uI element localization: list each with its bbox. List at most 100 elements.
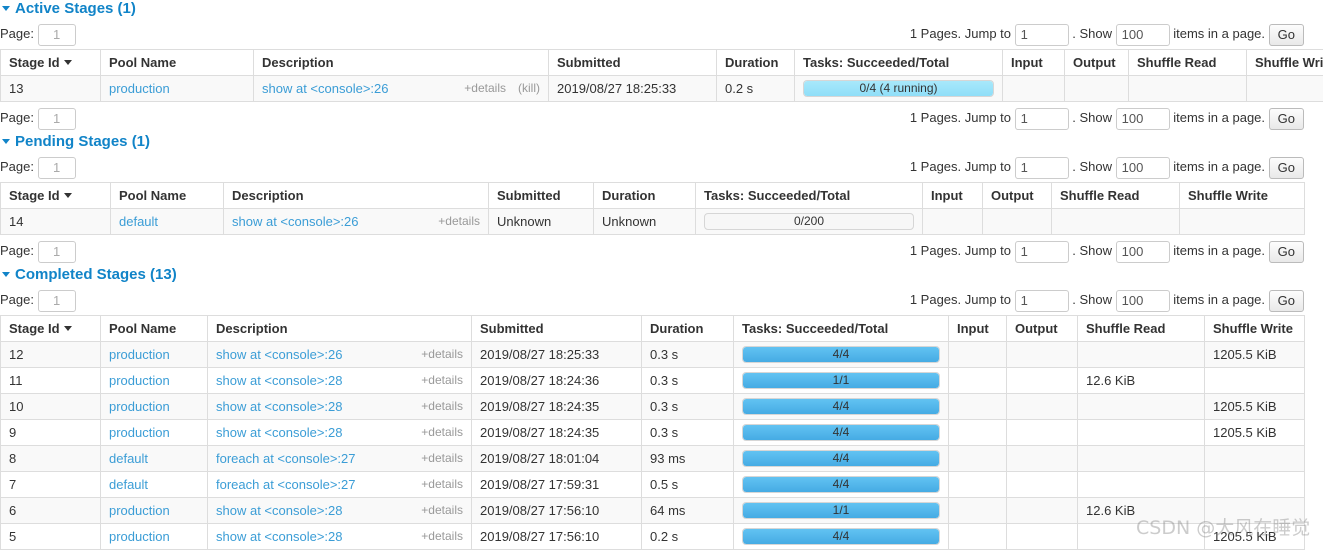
col-tasks[interactable]: Tasks: Succeeded/Total — [695, 182, 923, 209]
jump-to-input[interactable] — [1014, 23, 1069, 46]
pager-left: Page: — [0, 235, 76, 266]
cell-duration: 0.3 s — [641, 393, 734, 420]
cell-submitted: 2019/08/27 17:56:10 — [471, 523, 642, 550]
col-submitted[interactable]: Submitted — [548, 49, 717, 76]
section-header-completed-stages[interactable]: Completed Stages (13) — [0, 266, 1323, 284]
progress-bar: 4/4 — [742, 346, 940, 363]
details-toggle[interactable]: +details — [421, 347, 463, 361]
pool-link[interactable]: production — [109, 373, 170, 388]
cell-tasks-progress: 4/4 — [733, 445, 949, 472]
col-input[interactable]: Input — [1002, 49, 1065, 76]
cell-shuffle-read — [1077, 445, 1205, 472]
col-output[interactable]: Output — [1064, 49, 1129, 76]
description-link[interactable]: show at <console>:26 — [216, 347, 342, 362]
col-tasks[interactable]: Tasks: Succeeded/Total — [794, 49, 1003, 76]
page-number-input[interactable] — [37, 240, 76, 263]
col-pool-name[interactable]: Pool Name — [100, 49, 254, 76]
col-stage-id[interactable]: Stage Id — [0, 182, 111, 209]
pool-link[interactable]: production — [109, 81, 170, 96]
col-submitted[interactable]: Submitted — [471, 315, 642, 342]
col-description[interactable]: Description — [223, 182, 489, 209]
details-toggle[interactable]: +details — [421, 529, 463, 543]
col-stage-id[interactable]: Stage Id — [0, 315, 101, 342]
col-shuffle-read[interactable]: Shuffle Read — [1077, 315, 1205, 342]
col-shuffle-write[interactable]: Shuffle Write — [1246, 49, 1323, 76]
details-toggle[interactable]: +details — [438, 214, 480, 228]
description-link[interactable]: show at <console>:28 — [216, 373, 342, 388]
pool-link[interactable]: default — [109, 451, 148, 466]
kill-link[interactable]: (kill) — [518, 81, 540, 95]
col-shuffle-write[interactable]: Shuffle Write — [1179, 182, 1305, 209]
col-input[interactable]: Input — [922, 182, 983, 209]
col-shuffle-read[interactable]: Shuffle Read — [1128, 49, 1247, 76]
col-output[interactable]: Output — [982, 182, 1052, 209]
jump-to-input[interactable] — [1014, 107, 1069, 130]
description-link[interactable]: show at <console>:28 — [216, 503, 342, 518]
col-duration[interactable]: Duration — [593, 182, 696, 209]
pages-count-label: 1 Pages. Jump to — [909, 292, 1011, 307]
col-duration[interactable]: Duration — [641, 315, 734, 342]
pool-link[interactable]: default — [109, 477, 148, 492]
pool-link[interactable]: production — [109, 347, 170, 362]
details-toggle[interactable]: +details — [464, 81, 506, 95]
col-label: Stage Id — [9, 321, 60, 336]
col-submitted[interactable]: Submitted — [488, 182, 594, 209]
pool-link[interactable]: production — [109, 503, 170, 518]
col-input[interactable]: Input — [948, 315, 1007, 342]
pool-link[interactable]: default — [119, 214, 158, 229]
jump-to-input[interactable] — [1014, 240, 1069, 263]
page-label: Page: — [0, 26, 34, 41]
col-duration[interactable]: Duration — [716, 49, 795, 76]
jump-to-input[interactable] — [1014, 156, 1069, 179]
cell-duration: Unknown — [593, 208, 696, 235]
description-link[interactable]: show at <console>:28 — [216, 529, 342, 544]
go-button[interactable]: Go — [1268, 107, 1304, 130]
cell-output — [1006, 367, 1078, 394]
description-link[interactable]: foreach at <console>:27 — [216, 477, 356, 492]
show-label: . Show — [1072, 292, 1112, 307]
items-per-page-input[interactable] — [1115, 23, 1170, 46]
items-per-page-input[interactable] — [1115, 156, 1170, 179]
page-number-input[interactable] — [37, 107, 76, 130]
details-toggle[interactable]: +details — [421, 477, 463, 491]
go-button[interactable]: Go — [1268, 240, 1304, 263]
col-stage-id[interactable]: Stage Id — [0, 49, 101, 76]
cell-submitted: 2019/08/27 18:24:36 — [471, 367, 642, 394]
jump-to-input[interactable] — [1014, 289, 1069, 312]
details-toggle[interactable]: +details — [421, 425, 463, 439]
col-description[interactable]: Description — [207, 315, 472, 342]
pool-link[interactable]: production — [109, 399, 170, 414]
page-number-input[interactable] — [37, 156, 76, 179]
section-header-active-stages[interactable]: Active Stages (1) — [0, 0, 1323, 18]
items-per-page-input[interactable] — [1115, 240, 1170, 263]
items-per-page-input[interactable] — [1115, 289, 1170, 312]
cell-stage-id: 8 — [0, 445, 101, 472]
col-output[interactable]: Output — [1006, 315, 1078, 342]
details-toggle[interactable]: +details — [421, 451, 463, 465]
col-shuffle-write[interactable]: Shuffle Write — [1204, 315, 1305, 342]
col-pool-name[interactable]: Pool Name — [110, 182, 224, 209]
pool-link[interactable]: production — [109, 425, 170, 440]
description-link[interactable]: show at <console>:28 — [216, 425, 342, 440]
col-pool-name[interactable]: Pool Name — [100, 315, 208, 342]
details-toggle[interactable]: +details — [421, 399, 463, 413]
page-number-input[interactable] — [37, 23, 76, 46]
details-toggle[interactable]: +details — [421, 373, 463, 387]
cell-submitted: 2019/08/27 17:59:31 — [471, 471, 642, 498]
details-toggle[interactable]: +details — [421, 503, 463, 517]
go-button[interactable]: Go — [1268, 156, 1304, 179]
description-link[interactable]: show at <console>:26 — [262, 81, 388, 96]
col-description[interactable]: Description — [253, 49, 549, 76]
description-link[interactable]: show at <console>:28 — [216, 399, 342, 414]
col-tasks[interactable]: Tasks: Succeeded/Total — [733, 315, 949, 342]
description-link[interactable]: foreach at <console>:27 — [216, 451, 356, 466]
go-button[interactable]: Go — [1268, 23, 1304, 46]
pool-link[interactable]: production — [109, 529, 170, 544]
items-per-page-input[interactable] — [1115, 107, 1170, 130]
col-shuffle-read[interactable]: Shuffle Read — [1051, 182, 1180, 209]
cell-tasks-progress: 4/4 — [733, 341, 949, 368]
go-button[interactable]: Go — [1268, 289, 1304, 312]
description-link[interactable]: show at <console>:26 — [232, 214, 358, 229]
section-header-pending-stages[interactable]: Pending Stages (1) — [0, 133, 1323, 151]
page-number-input[interactable] — [37, 289, 76, 312]
